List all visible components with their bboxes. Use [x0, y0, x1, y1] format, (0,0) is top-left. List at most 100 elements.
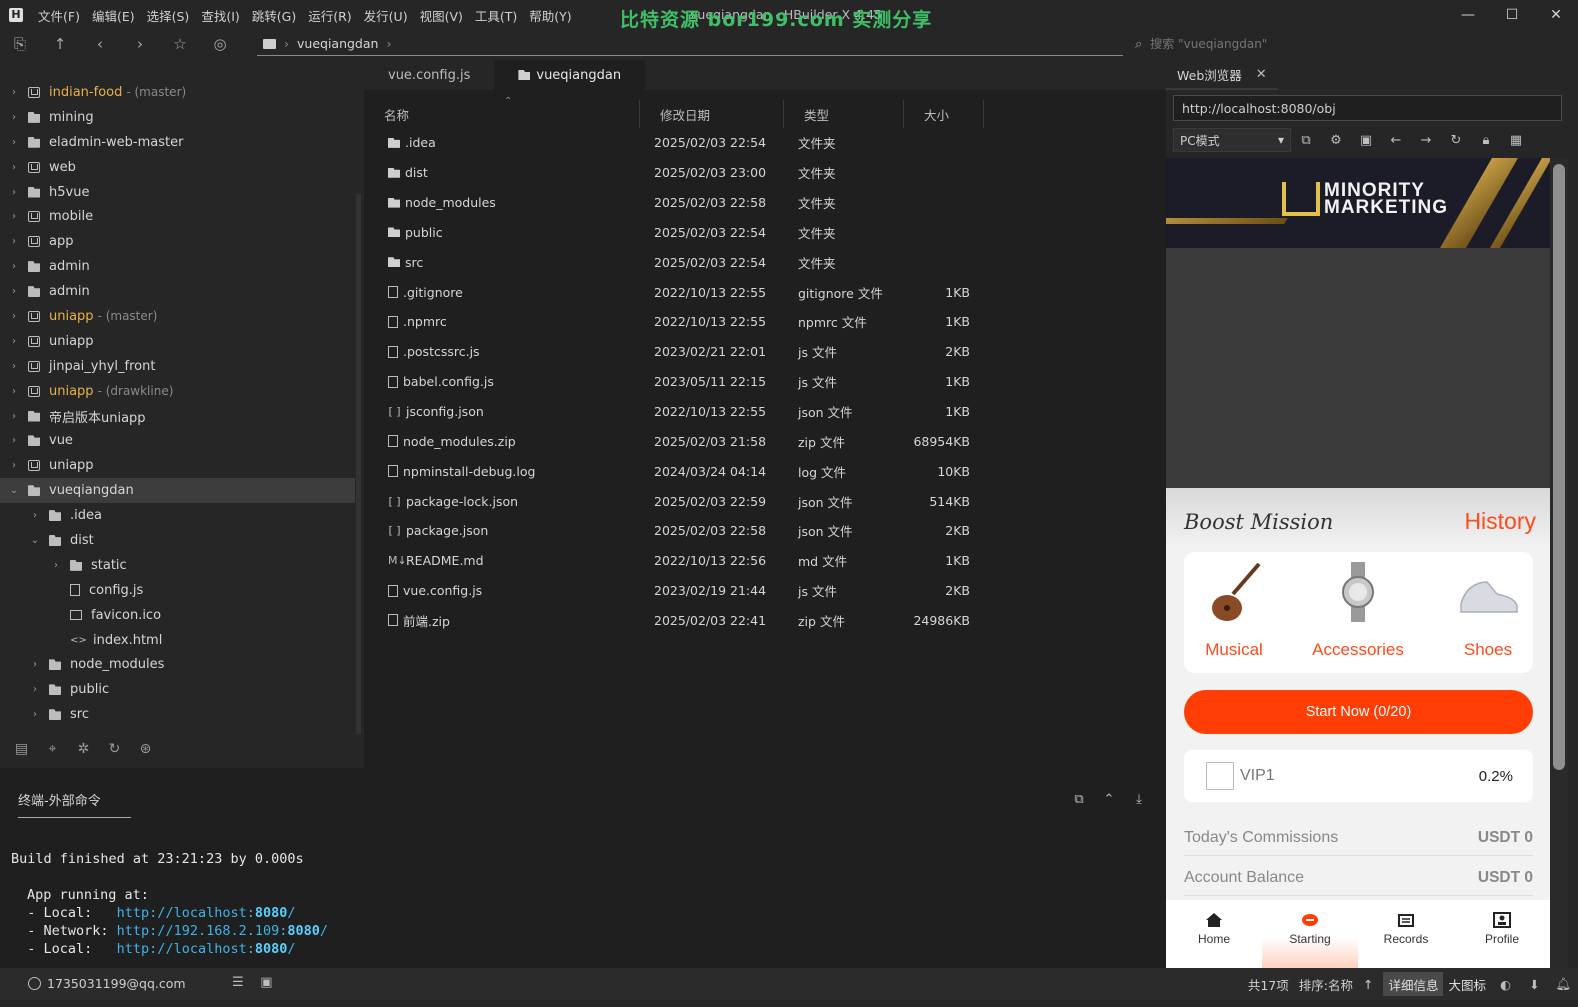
file-row[interactable]: [ ] package.json 2025/02/03 22:58 json 文件 2K… — [364, 516, 1166, 546]
clear-terminal-icon[interactable]: ⤓ — [1124, 792, 1154, 807]
chevron-right-icon[interactable]: › — [8, 162, 20, 173]
terminal-port[interactable]: 8080 — [255, 905, 288, 921]
tree-item[interactable]: › admin — [0, 279, 363, 304]
mode-select[interactable]: PC模式 ▾ — [1173, 128, 1291, 152]
chevron-up-icon[interactable]: ⌃ — [1094, 792, 1124, 807]
file-row[interactable]: node_modules.zip 2025/02/03 21:58 zip 文件 68… — [364, 427, 1166, 457]
chevron-right-icon[interactable]: › — [8, 211, 20, 222]
menu-item[interactable]: 运行(R) — [302, 6, 357, 25]
bell-icon[interactable]: 🔔︎ — [1549, 976, 1578, 992]
file-row[interactable]: 前端.zip 2025/02/03 22:41 zip 文件 24986KB — [364, 606, 1166, 636]
tree-item[interactable]: › h5vue — [0, 180, 363, 205]
tree-item[interactable]: config.js — [0, 578, 363, 603]
file-row[interactable]: .postcssrc.js 2023/02/21 22:01 js 文件 2KB — [364, 337, 1166, 367]
breadcrumb-project[interactable]: vueqiangdan — [297, 36, 378, 51]
menu-item[interactable]: 编辑(E) — [86, 6, 141, 25]
chat-icon[interactable]: ◐ — [1491, 977, 1520, 992]
tree-item[interactable]: ⌄ dist — [0, 528, 363, 553]
chevron-right-icon[interactable]: › — [29, 659, 41, 670]
chevron-right-icon[interactable]: › — [8, 112, 20, 123]
terminal-port[interactable]: 8080 — [287, 923, 320, 939]
nav-records[interactable]: Records — [1358, 900, 1454, 968]
chevron-right-icon[interactable]: › — [8, 286, 20, 297]
qrcode-icon[interactable]: ▦ — [1501, 133, 1531, 148]
chevron-right-icon[interactable]: › — [8, 361, 20, 372]
tree-item[interactable]: › indian-food - (master) — [0, 80, 363, 105]
run-icon[interactable]: ◎ — [200, 30, 240, 58]
chevron-right-icon[interactable]: › — [8, 386, 20, 397]
file-row[interactable]: [ ] jsconfig.json 2022/10/13 22:55 json 文件 1… — [364, 397, 1166, 427]
save-all-icon[interactable]: ⎘ — [0, 30, 40, 58]
file-row[interactable]: node_modules 2025/02/03 22:58 文件夹 — [364, 188, 1166, 218]
tree-item[interactable]: › 帝启版本uniapp — [0, 404, 363, 429]
tree-item[interactable]: › vue — [0, 428, 363, 453]
chevron-right-icon[interactable]: › — [8, 336, 20, 347]
nav-profile[interactable]: Profile — [1454, 900, 1550, 968]
nav-starting[interactable]: Starting — [1262, 900, 1358, 968]
file-row[interactable]: .npmrc 2022/10/13 22:55 npmrc 文件 1KB — [364, 307, 1166, 337]
menu-item[interactable]: 查找(I) — [195, 6, 245, 25]
terminal-url[interactable]: http://192.168.2.109: — [117, 923, 288, 939]
chevron-right-icon[interactable]: › — [50, 560, 62, 571]
chevron-right-icon[interactable]: › — [8, 460, 20, 471]
sort-label[interactable]: 排序:名称 — [1299, 975, 1353, 994]
tree-item[interactable]: › uniapp - (drawkline) — [0, 379, 363, 404]
file-row[interactable]: babel.config.js 2023/05/11 22:15 js 文件 1KB — [364, 367, 1166, 397]
back-arrow-icon[interactable]: ← — [1381, 133, 1411, 148]
file-row[interactable]: src 2025/02/03 22:54 文件夹 — [364, 247, 1166, 277]
history-link[interactable]: History — [1464, 508, 1536, 535]
chevron-right-icon[interactable]: › — [8, 137, 20, 148]
chevron-right-icon[interactable]: › — [8, 411, 20, 422]
menu-item[interactable]: 工具(T) — [469, 6, 523, 25]
tree-item[interactable]: › uniapp - (master) — [0, 304, 363, 329]
terminal-icon[interactable]: ▣ — [260, 975, 272, 990]
terminal-url[interactable]: http://localhost: — [117, 941, 255, 957]
tree-scrollbar[interactable] — [356, 194, 361, 734]
refresh-icon[interactable]: ↻ — [1441, 133, 1471, 148]
git-icon[interactable]: ↻ — [99, 741, 130, 757]
console-icon[interactable]: ▣ — [1351, 133, 1381, 148]
chevron-right-icon[interactable]: › — [29, 510, 41, 521]
big-icon-button[interactable]: 大图标 — [1443, 972, 1491, 996]
minimize-button[interactable]: — — [1446, 0, 1490, 30]
terminal-url[interactable]: http://localhost: — [117, 905, 255, 921]
scroll-thumb[interactable] — [1553, 164, 1565, 770]
tree-item[interactable]: › node_modules — [0, 652, 363, 677]
chevron-right-icon[interactable]: › — [29, 684, 41, 695]
column-date-header[interactable]: 修改日期 — [640, 100, 784, 128]
file-row[interactable]: .idea 2025/02/03 22:54 文件夹 — [364, 128, 1166, 158]
tree-item[interactable]: › web — [0, 155, 363, 180]
close-tab-icon[interactable]: ✕ — [1256, 67, 1267, 82]
tree-item[interactable]: › .idea — [0, 503, 363, 528]
menu-item[interactable]: 发行(U) — [358, 6, 414, 25]
file-row[interactable]: [ ] package-lock.json 2025/02/03 22:59 json… — [364, 486, 1166, 516]
tree-item[interactable]: ⌄ vueqiangdan — [0, 478, 355, 504]
chevron-right-icon[interactable]: › — [8, 261, 20, 272]
chevron-down-icon[interactable]: ⌄ — [29, 535, 41, 546]
download-icon[interactable]: ⬇ — [1520, 977, 1549, 992]
file-row[interactable]: .gitignore 2022/10/13 22:55 gitignore 文件 1K… — [364, 277, 1166, 307]
lock-icon[interactable]: 🔒︎ — [1471, 133, 1501, 148]
chevron-right-icon[interactable]: › — [8, 187, 20, 198]
menu-item[interactable]: 帮助(Y) — [523, 6, 577, 25]
file-row[interactable]: dist 2025/02/03 23:00 文件夹 — [364, 158, 1166, 188]
user-account[interactable]: 1735031199@qq.com — [28, 976, 186, 991]
bug-icon[interactable]: ✲ — [68, 741, 99, 757]
chevron-right-icon[interactable]: › — [8, 311, 20, 322]
tree-item[interactable]: favicon.ico — [0, 603, 363, 628]
chevron-right-icon[interactable]: › — [29, 709, 41, 720]
tree-item[interactable]: › uniapp — [0, 453, 363, 478]
chevron-right-icon[interactable]: › — [8, 236, 20, 247]
menu-item[interactable]: 文件(F) — [32, 6, 86, 25]
tree-item[interactable]: › mobile — [0, 204, 363, 229]
file-row[interactable]: npminstall-debug.log 2024/03/24 04:14 log … — [364, 456, 1166, 486]
tree-item[interactable]: › jinpai_yhyl_front — [0, 354, 363, 379]
menu-item[interactable]: 选择(S) — [141, 6, 196, 25]
sort-arrow-icon[interactable]: ↑ — [1363, 977, 1373, 992]
project-manager-icon[interactable]: ▤ — [6, 741, 37, 757]
star-icon[interactable]: ☆ — [160, 30, 200, 58]
list-icon[interactable]: ☰ — [232, 975, 244, 990]
editor-tab[interactable]: vue.config.js — [364, 60, 494, 90]
nav-home[interactable]: Home — [1166, 900, 1262, 968]
plugin-icon[interactable]: ⊛ — [130, 741, 161, 757]
